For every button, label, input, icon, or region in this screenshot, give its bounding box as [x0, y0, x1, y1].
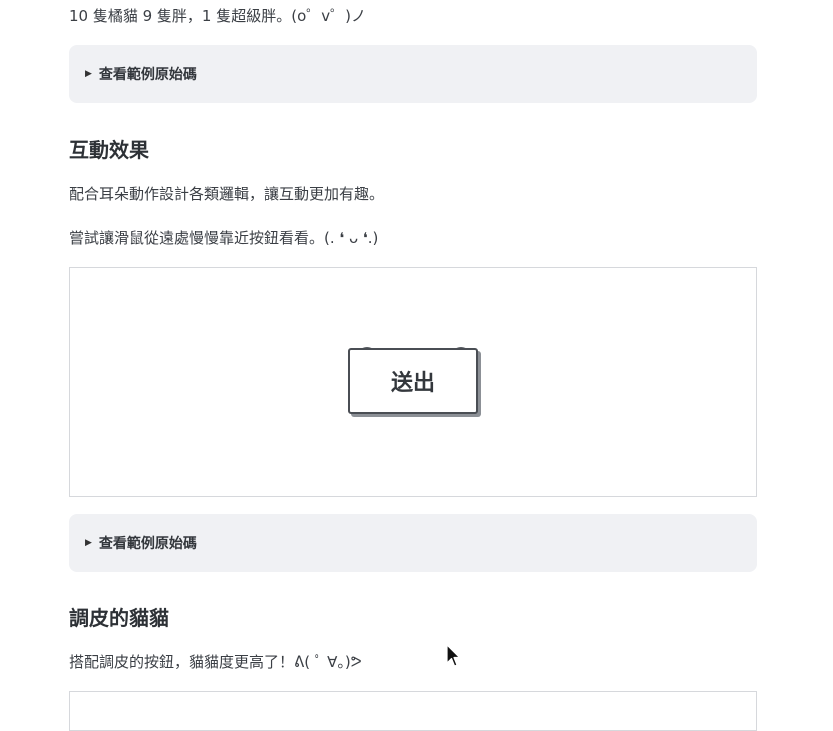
cat-button-wrapper: 送出 [348, 347, 480, 417]
view-source-label: 查看範例原始碼 [98, 536, 197, 552]
section-description: 搭配調皮的按鈕，貓貓度更高了！ᕕ( ﾟ ∀。)ᕗ [69, 653, 362, 671]
demo-area-2 [69, 691, 757, 731]
triangle-right-icon: ▶ [85, 537, 92, 548]
section-hint: 嘗試讓滑鼠從遠處慢慢靠近按鈕看看。(. ❛ ᴗ ❛.) [69, 229, 379, 247]
intro-text: 10 隻橘貓 9 隻胖，1 隻超級胖。(o゜v゜)ノ [69, 7, 367, 25]
view-source-toggle-1[interactable]: ▶ 查看範例原始碼 [69, 45, 757, 103]
section-title-naughty: 調皮的貓貓 [69, 606, 169, 630]
demo-area: 送出 [69, 267, 757, 497]
submit-button[interactable]: 送出 [348, 348, 478, 414]
triangle-right-icon: ▶ [85, 68, 92, 79]
mouse-pointer-icon [446, 644, 460, 667]
view-source-label: 查看範例原始碼 [98, 67, 197, 83]
view-source-toggle-2[interactable]: ▶ 查看範例原始碼 [69, 514, 757, 572]
section-title-interactive: 互動效果 [69, 138, 149, 162]
section-description: 配合耳朵動作設計各類邏輯，讓互動更加有趣。 [69, 185, 385, 203]
